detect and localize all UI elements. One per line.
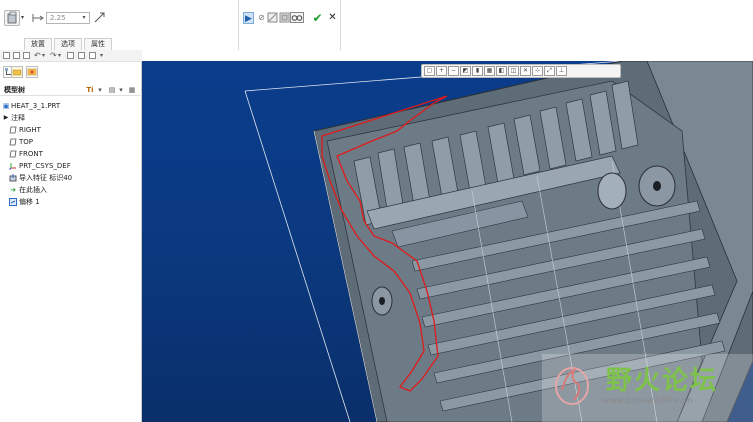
tree-item-label: 注释 bbox=[11, 114, 25, 122]
save-icon[interactable] bbox=[23, 52, 30, 59]
hole-right bbox=[653, 181, 661, 191]
verify-glasses-icon[interactable] bbox=[290, 12, 304, 24]
view-manager-icon[interactable]: ◧ bbox=[496, 66, 507, 76]
checkmark-icon[interactable]: ✔ bbox=[312, 12, 323, 24]
toolbar-dropdown-icon[interactable]: ▾ bbox=[100, 52, 103, 59]
insert-here-arrow-icon: ➔ bbox=[10, 186, 16, 194]
forum-watermark: 野火论坛 www.proewildfire.cn bbox=[542, 354, 753, 422]
tree-item-label: TOP bbox=[19, 138, 34, 146]
graphics-toolbar: ▢ + − ◩ ▮ ▦ ◧ ◫ ✕ ⊹ ⤢ ⊥ bbox=[421, 64, 621, 78]
tree-item-front[interactable]: FRONT bbox=[0, 148, 142, 160]
tree-item-label: 偏移 1 bbox=[19, 198, 40, 206]
watermark-logo-icon bbox=[555, 367, 589, 405]
tree-item-import-feature[interactable]: 导入特征 标识40 bbox=[0, 172, 142, 184]
dashboard-tabs: 放置 选项 属性 bbox=[24, 38, 114, 50]
redo-icon[interactable]: ↷ bbox=[50, 51, 57, 60]
repaint-icon[interactable]: ◩ bbox=[460, 66, 471, 76]
model-tree: ▣ HEAT_3_1.PRT ▶ 注释 RIGHT TOP FRONT PRT_… bbox=[0, 100, 142, 208]
quick-access-toolbar: ↶ ▾ ↷ ▾ ▾ bbox=[0, 50, 142, 62]
tree-settings-icon[interactable]: ▤ bbox=[108, 86, 116, 94]
tree-item-top[interactable]: TOP bbox=[0, 136, 142, 148]
preview-geometry-icon[interactable] bbox=[279, 12, 290, 24]
dashboard-divider bbox=[340, 0, 341, 50]
window-icon[interactable] bbox=[78, 52, 85, 59]
tree-item-label: FRONT bbox=[19, 150, 43, 158]
solid-type-dropdown-arrow[interactable]: ▾ bbox=[21, 14, 24, 21]
hole-left bbox=[379, 297, 385, 305]
tree-filter-dropdown-icon[interactable]: ▾ bbox=[96, 86, 104, 94]
flip-direction-icon[interactable] bbox=[93, 11, 106, 24]
tree-item-label: PRT_CSYS_DEF bbox=[19, 162, 71, 170]
tab-properties[interactable]: 属性 bbox=[84, 38, 112, 50]
tree-item-label: HEAT_3_1.PRT bbox=[11, 102, 61, 110]
import-feature-icon bbox=[9, 174, 17, 182]
play-icon[interactable]: ▶ bbox=[243, 12, 254, 24]
datum-plane-icon bbox=[9, 138, 17, 146]
undo-icon[interactable]: ↶ bbox=[34, 51, 41, 60]
depth-value-input[interactable]: 2.25 ▾ bbox=[46, 12, 90, 24]
depth-value-text: 2.25 bbox=[50, 14, 66, 22]
zoom-out-icon[interactable]: − bbox=[448, 66, 459, 76]
spin-center-icon[interactable]: ⤢ bbox=[544, 66, 555, 76]
saved-views-icon[interactable]: ▦ bbox=[484, 66, 495, 76]
folder-browser-tab-icon[interactable] bbox=[11, 66, 23, 78]
tree-filter-icon[interactable]: Ti bbox=[86, 86, 94, 94]
tree-item-right[interactable]: RIGHT bbox=[0, 124, 142, 136]
pause-icon[interactable]: ⊘ bbox=[256, 12, 267, 24]
tree-item-label: 导入特征 标识40 bbox=[19, 174, 73, 182]
tree-item-csys[interactable]: PRT_CSYS_DEF bbox=[0, 160, 142, 172]
undo-dropdown-icon[interactable]: ▾ bbox=[42, 52, 45, 59]
regenerate-icon[interactable] bbox=[67, 52, 74, 59]
tree-item-label: RIGHT bbox=[19, 126, 41, 134]
expand-triangle-icon[interactable]: ▶ bbox=[2, 114, 10, 122]
perspective-icon[interactable]: ◫ bbox=[508, 66, 519, 76]
annotation-display-icon[interactable]: ⊹ bbox=[532, 66, 543, 76]
tab-placement[interactable]: 放置 bbox=[24, 38, 52, 50]
open-file-icon[interactable] bbox=[13, 52, 20, 59]
csys-icon bbox=[9, 162, 17, 170]
depth-dropdown-arrow[interactable]: ▾ bbox=[80, 14, 88, 22]
datum-plane-icon bbox=[9, 150, 17, 158]
csys-display-icon[interactable]: ⊥ bbox=[556, 66, 567, 76]
navigator-panel: ↶ ▾ ↷ ▾ ▾ 模型树 Ti ▾ ▤ ▾ ▦ ▣ HEAT_3_1.PRT bbox=[0, 50, 142, 422]
new-file-icon[interactable] bbox=[3, 52, 10, 59]
preview-icon[interactable] bbox=[267, 12, 278, 24]
watermark-title: 野火论坛 bbox=[606, 366, 719, 396]
favorites-tab-icon[interactable] bbox=[26, 66, 38, 78]
depth-blind-icon[interactable] bbox=[32, 12, 44, 24]
refit-icon[interactable]: ▢ bbox=[424, 66, 435, 76]
tree-item-notes[interactable]: ▶ 注释 bbox=[0, 112, 142, 124]
model-tree-header: 模型树 Ti ▾ ▤ ▾ ▦ bbox=[0, 84, 142, 96]
close-icon[interactable]: ✕ bbox=[327, 12, 338, 24]
tree-settings-dropdown-icon[interactable]: ▾ bbox=[117, 86, 125, 94]
tree-columns-icon[interactable]: ▦ bbox=[128, 86, 136, 94]
part-icon: ▣ bbox=[2, 102, 10, 110]
display-style-icon[interactable]: ▮ bbox=[472, 66, 483, 76]
offset-feature-icon bbox=[9, 198, 17, 206]
feature-dashboard: ▾ 2.25 ▾ 放置 选项 属性 ▶ ⊘ ✔ ✕ bbox=[0, 0, 753, 50]
zoom-in-icon[interactable]: + bbox=[436, 66, 447, 76]
tree-item-insert-here[interactable]: ➔ 在此插入 bbox=[0, 184, 142, 196]
tab-options[interactable]: 选项 bbox=[54, 38, 82, 50]
datum-plane-icon bbox=[9, 126, 17, 134]
redo-dropdown-icon[interactable]: ▾ bbox=[58, 52, 61, 59]
datum-display-icon[interactable]: ✕ bbox=[520, 66, 531, 76]
tree-item-offset[interactable]: 偏移 1 bbox=[0, 196, 142, 208]
model-tree-title: 模型树 bbox=[4, 86, 25, 94]
close-window-icon[interactable] bbox=[89, 52, 96, 59]
tree-item-label: 在此插入 bbox=[19, 186, 47, 194]
extrude-solid-icon[interactable] bbox=[4, 10, 20, 26]
boss-mid bbox=[597, 172, 627, 210]
navigator-tabs bbox=[0, 64, 142, 80]
tree-item-part[interactable]: ▣ HEAT_3_1.PRT bbox=[0, 100, 142, 112]
watermark-url: www.proewildfire.cn bbox=[602, 396, 693, 406]
dashboard-divider bbox=[238, 0, 239, 50]
